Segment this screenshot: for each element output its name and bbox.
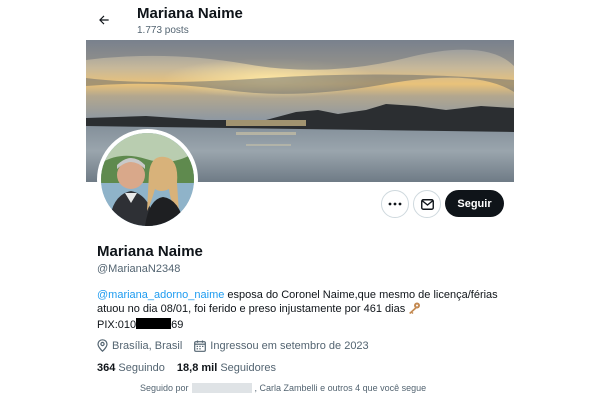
header-name: Mariana Naime: [137, 5, 243, 22]
envelope-icon: [420, 198, 434, 210]
bio-text-1: esposa do Coronel Naime,que mesmo de lic…: [224, 289, 498, 301]
bio-text-2: atuou no dia 08/01, foi ferido e preso i…: [97, 303, 406, 315]
bio-line-2: atuou no dia 08/01, foi ferido e preso i…: [97, 302, 507, 318]
more-dots-icon: [388, 202, 402, 206]
profile-name: Mariana Naime: [97, 243, 203, 260]
location-text: Brasília, Brasil: [112, 339, 183, 352]
followed-by-line[interactable]: Seguido por , Carla Zambelli e outros 4 …: [140, 383, 426, 393]
joined-text: Ingressou em setembro de 2023: [210, 339, 369, 352]
more-options-button[interactable]: [381, 190, 409, 218]
profile-avatar[interactable]: [97, 129, 198, 230]
key-icon: [407, 302, 421, 318]
profile-handle: @MarianaN2348: [97, 263, 181, 275]
followed-by-suffix: , Carla Zambelli e outros 4 que você seg…: [254, 383, 427, 393]
location-pin-icon: [97, 339, 108, 352]
profile-bio: @mariana_adorno_naime esposa do Coronel …: [97, 288, 507, 332]
followers-count: 18,8 mil: [176, 362, 218, 374]
bio-line-1: @mariana_adorno_naime esposa do Coronel …: [97, 288, 507, 302]
top-bar: Mariana Naime 1.773 posts: [0, 0, 600, 40]
message-button[interactable]: [413, 190, 441, 218]
calendar-icon: [194, 340, 207, 352]
following-count: 364: [97, 362, 116, 374]
redaction-bar: [136, 318, 172, 329]
follow-button[interactable]: Seguir: [445, 190, 504, 217]
following-label: Seguindo: [115, 362, 165, 374]
back-button[interactable]: [94, 10, 114, 30]
arrow-left-icon: [99, 15, 109, 25]
redacted-name: [191, 383, 252, 393]
profile-meta: Brasília, Brasil Ingressou em setembro d…: [97, 339, 381, 352]
joined-item: Ingressou em setembro de 2023: [194, 339, 369, 352]
avatar-photo: [101, 133, 194, 226]
followed-by-prefix: Seguido por: [140, 383, 189, 393]
bio-pix-prefix: PIX:010: [97, 319, 137, 331]
followers-label: Seguidores: [217, 362, 276, 374]
bio-line-3: PIX:010 69: [97, 318, 507, 332]
location-item: Brasília, Brasil: [97, 339, 182, 352]
following-link[interactable]: 364 Seguindo: [97, 362, 165, 374]
bio-pix-suffix: 69: [171, 319, 184, 331]
bio-mention-link[interactable]: @mariana_adorno_naime: [97, 289, 224, 301]
header-post-count: 1.773 posts: [137, 25, 189, 36]
follow-stats: 364 Seguindo 18,8 mil Seguidores: [97, 362, 288, 374]
followers-link[interactable]: 18,8 mil Seguidores: [177, 362, 276, 374]
